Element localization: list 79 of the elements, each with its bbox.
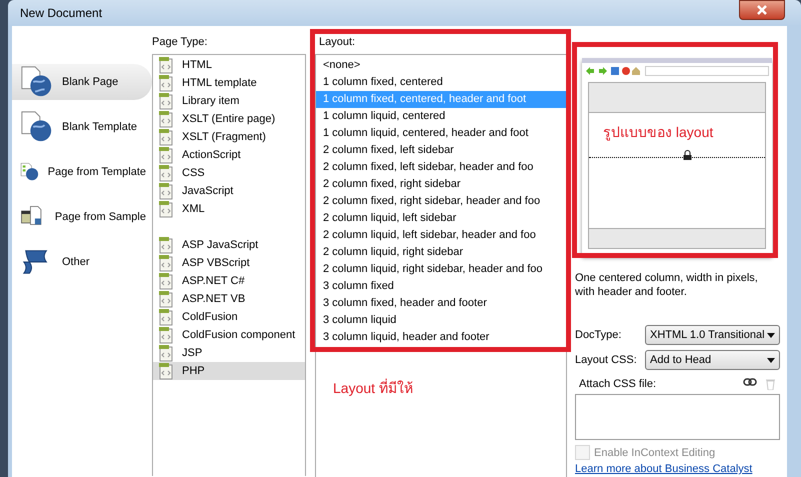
page-type-item[interactable]: Library item	[153, 92, 305, 110]
category-item[interactable]: Other	[12, 244, 152, 280]
document-icon	[158, 308, 174, 326]
category-item[interactable]: Page from Template	[12, 154, 152, 190]
layout-label: Layout:	[318, 36, 356, 50]
layout-item[interactable]: 1 column liquid, centered, header and foot	[316, 125, 566, 142]
annotation-text: Layout ที่มีให้	[333, 379, 413, 397]
layout-css-dropdown[interactable]: Add to Head	[645, 350, 780, 370]
document-icon	[158, 236, 174, 254]
document-icon	[158, 164, 174, 182]
layout-item[interactable]: 2 column liquid, left sidebar, header and foo	[316, 227, 566, 244]
doctype-label: DocType:	[575, 329, 622, 341]
page-type-item[interactable]: ColdFusion component	[153, 326, 305, 344]
attach-css-label: Attach CSS file:	[579, 378, 656, 390]
business-catalyst-link[interactable]: Learn more about Business Catalyst	[575, 463, 752, 475]
doctype-dropdown[interactable]: XHTML 1.0 Transitional	[645, 325, 780, 345]
layout-item[interactable]: 3 column fixed, header and footer	[316, 295, 566, 312]
layout-item[interactable]: 2 column liquid, right sidebar, header and foo	[316, 261, 566, 278]
category-item[interactable]: Blank Template	[12, 109, 152, 145]
close-button[interactable]	[739, 0, 785, 20]
caret-icon	[767, 358, 775, 362]
page-type-item[interactable]: XML	[153, 200, 305, 218]
category-item[interactable]: Blank Page	[12, 64, 152, 100]
browser-toolbar-icon	[585, 66, 641, 76]
page-type-item[interactable]: ActionScript	[153, 146, 305, 164]
document-icon	[158, 254, 174, 272]
layout-item[interactable]: 3 column liquid	[316, 312, 566, 329]
page-type-item[interactable]: ASP.NET C#	[153, 272, 305, 290]
page-type-item[interactable]: PHP	[153, 362, 305, 380]
document-icon	[158, 326, 174, 344]
trash-icon[interactable]	[765, 378, 776, 390]
lock-icon	[683, 150, 692, 160]
layout-css-label: Layout CSS:	[575, 354, 638, 366]
annotation-text: รูปแบบของ layout	[603, 123, 714, 141]
document-icon	[158, 110, 174, 128]
layout-item[interactable]: 2 column fixed, right sidebar, header and foo	[316, 193, 566, 210]
layout-item[interactable]: 1 column fixed, centered	[316, 74, 566, 91]
close-icon	[756, 5, 768, 15]
page-type-item[interactable]: JavaScript	[153, 182, 305, 200]
document-icon	[158, 272, 174, 290]
blank-template-globe-icon	[20, 110, 54, 144]
document-icon	[158, 56, 174, 74]
layout-description: One centered column, width in pixels, with header and footer.	[575, 271, 759, 299]
page-type-item[interactable]: CSS	[153, 164, 305, 182]
page-type-item[interactable]: JSP	[153, 344, 305, 362]
page-type-item[interactable]: XSLT (Fragment)	[153, 128, 305, 146]
page-type-item[interactable]: XSLT (Entire page)	[153, 110, 305, 128]
document-icon	[158, 200, 174, 218]
layout-item[interactable]: <none>	[316, 57, 566, 74]
document-icon	[158, 74, 174, 92]
document-icon	[158, 362, 174, 380]
window-title: New Document	[20, 6, 102, 20]
layout-item[interactable]: 2 column fixed, left sidebar	[316, 142, 566, 159]
layout-item[interactable]: 2 column fixed, left sidebar, header and foo	[316, 159, 566, 176]
document-icon	[158, 128, 174, 146]
page-type-label: Page Type:	[152, 36, 208, 50]
category-item[interactable]: Page from Sample	[12, 199, 152, 235]
page-type-item[interactable]: ASP JavaScript	[153, 236, 305, 254]
blank-page-globe-icon	[20, 65, 54, 99]
page-type-item[interactable]: ASP VBScript	[153, 254, 305, 272]
document-icon	[158, 182, 174, 200]
document-icon	[158, 146, 174, 164]
css-file-list[interactable]	[575, 394, 780, 440]
page-type-item[interactable]: HTML	[153, 56, 305, 74]
document-icon	[158, 290, 174, 308]
page-type-item[interactable]: ColdFusion	[153, 308, 305, 326]
layout-item[interactable]: 2 column liquid, left sidebar	[316, 210, 566, 227]
layout-item[interactable]: 2 column liquid, right sidebar	[316, 244, 566, 261]
caret-icon	[767, 332, 775, 338]
layout-item[interactable]: 1 column liquid, centered	[316, 108, 566, 125]
page-type-item[interactable]: HTML template	[153, 74, 305, 92]
layout-item[interactable]: 3 column liquid, header and footer	[316, 329, 566, 346]
layout-item[interactable]: 3 column fixed	[316, 278, 566, 295]
incontext-label: Enable InContext Editing	[594, 446, 716, 458]
document-icon	[158, 92, 174, 110]
layout-item[interactable]: 2 column fixed, right sidebar	[316, 176, 566, 193]
page-type-item[interactable]: ASP.NET VB	[153, 290, 305, 308]
link-icon[interactable]	[743, 378, 757, 386]
document-icon	[158, 344, 174, 362]
